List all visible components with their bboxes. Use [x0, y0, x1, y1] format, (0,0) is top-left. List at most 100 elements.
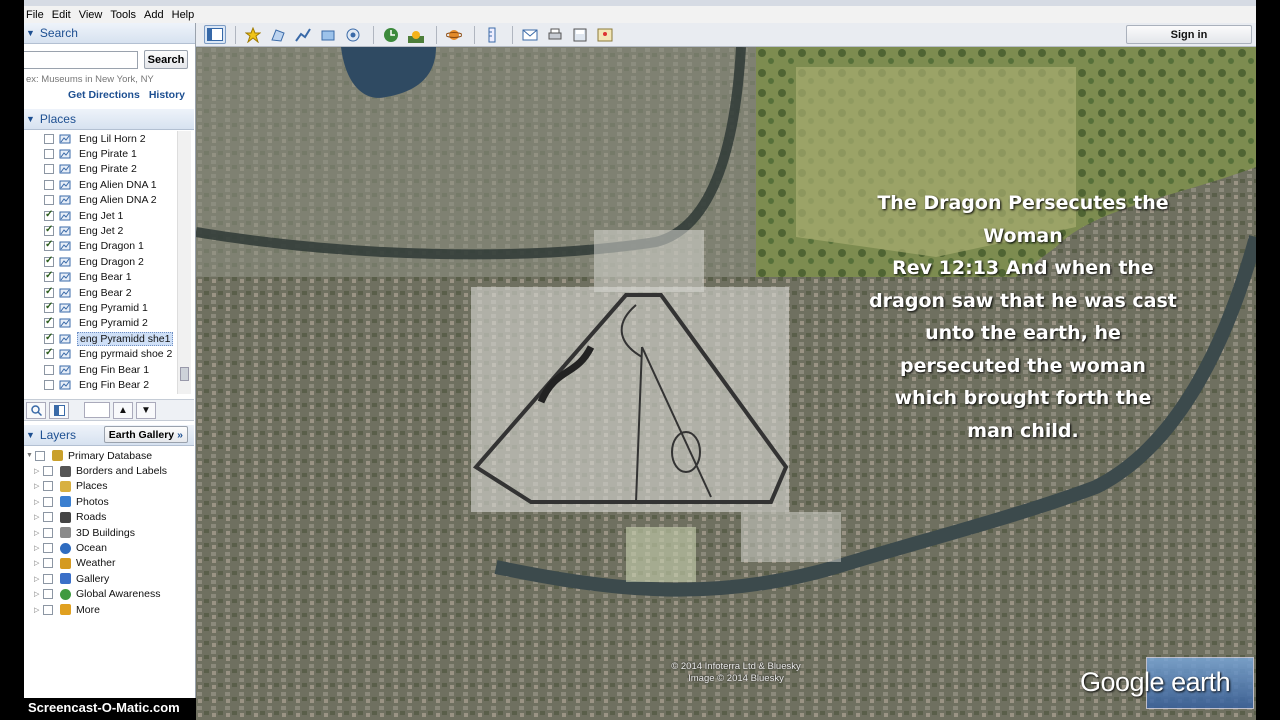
place-item[interactable]: Eng Jet 2 [24, 223, 194, 238]
place-checkbox[interactable] [44, 347, 54, 360]
place-checkbox[interactable] [44, 364, 54, 375]
place-checkbox[interactable] [44, 286, 54, 298]
layer-item[interactable]: ▷ Borders and Labels [24, 463, 194, 478]
place-item[interactable]: eng Pyramidd she1 [24, 331, 194, 346]
layer-item[interactable]: ▷ Gallery [24, 571, 194, 586]
add-polygon-icon[interactable] [267, 25, 289, 44]
collapse-triangle-icon[interactable]: ▼ [26, 114, 35, 124]
expand-arrow-icon[interactable]: ▷ [34, 513, 43, 521]
place-checkbox[interactable] [44, 316, 54, 329]
sidebar-toggle-icon[interactable] [204, 25, 226, 44]
layer-item[interactable]: ▷ Photos [24, 494, 194, 509]
email-icon[interactable] [519, 25, 541, 44]
place-item[interactable]: Eng Bear 2 [24, 285, 194, 300]
menu-help[interactable]: Help [170, 9, 201, 21]
layer-item[interactable]: ▷ Places [24, 479, 194, 494]
layer-item[interactable]: ▷ Ocean [24, 540, 194, 555]
search-places-icon[interactable] [26, 401, 46, 419]
menu-tools[interactable]: Tools [108, 9, 142, 21]
planets-icon[interactable] [443, 25, 465, 44]
layer-checkbox[interactable] [43, 527, 53, 538]
expand-arrow-icon[interactable]: ▷ [34, 529, 43, 537]
layer-checkbox[interactable] [43, 573, 53, 584]
toggle-view-icon[interactable] [49, 401, 69, 419]
places-panel-header[interactable]: ▼ Places [24, 109, 194, 130]
place-item[interactable]: Eng Dragon 1 [24, 239, 194, 254]
layer-checkbox[interactable] [43, 558, 53, 569]
places-filter-field[interactable] [84, 402, 110, 418]
place-checkbox[interactable] [44, 209, 54, 221]
layers-panel-header[interactable]: ▼ Layers Earth Gallery» [24, 425, 194, 446]
sunlight-icon[interactable] [405, 25, 427, 44]
place-checkbox[interactable] [44, 332, 54, 344]
place-checkbox[interactable] [44, 195, 54, 206]
place-checkbox[interactable] [44, 270, 54, 283]
layer-checkbox[interactable] [43, 466, 53, 477]
layer-item[interactable]: ▷ Roads [24, 510, 194, 525]
layer-checkbox[interactable] [43, 496, 53, 507]
add-path-icon[interactable] [292, 25, 314, 44]
expand-arrow-icon[interactable]: ▷ [34, 482, 43, 490]
collapse-triangle-icon[interactable]: ▼ [26, 28, 35, 38]
record-tour-icon[interactable] [342, 25, 364, 44]
map-view[interactable]: The Dragon Persecutes the Woman Rev 12:1… [196, 47, 1256, 720]
history-link[interactable]: History [149, 89, 185, 109]
place-checkbox[interactable] [44, 164, 54, 175]
place-checkbox[interactable] [44, 133, 54, 144]
place-item[interactable]: Eng Lil Horn 2 [24, 131, 194, 146]
scrollbar-thumb[interactable] [180, 367, 189, 381]
layer-item[interactable]: ▼ Primary Database [24, 448, 194, 463]
search-panel-header[interactable]: ▼ Search [24, 23, 195, 44]
place-item[interactable]: Eng Alien DNA 1 [24, 177, 194, 192]
move-down-icon[interactable]: ▼ [136, 401, 156, 419]
layer-item[interactable]: ▷ Weather [24, 556, 194, 571]
place-item[interactable]: Eng pyrmaid shoe 2 [24, 346, 194, 361]
place-item[interactable]: Eng Bear 1 [24, 270, 194, 285]
layer-checkbox[interactable] [43, 481, 53, 492]
place-checkbox[interactable] [44, 224, 54, 237]
place-checkbox[interactable] [44, 239, 54, 252]
menu-view[interactable]: View [77, 9, 109, 21]
add-image-overlay-icon[interactable] [317, 25, 339, 44]
expand-arrow-icon[interactable]: ▷ [34, 544, 43, 552]
place-item[interactable]: Eng Dragon 2 [24, 254, 194, 269]
place-checkbox[interactable] [44, 179, 54, 190]
earth-gallery-button[interactable]: Earth Gallery» [103, 426, 188, 443]
place-item[interactable]: Eng Jet 1 [24, 208, 194, 223]
layer-checkbox[interactable] [43, 589, 53, 600]
move-up-icon[interactable]: ▲ [113, 401, 133, 419]
layer-item[interactable]: ▷ 3D Buildings [24, 525, 194, 540]
print-icon[interactable] [544, 25, 566, 44]
expand-arrow-icon[interactable]: ▷ [34, 590, 43, 598]
place-item[interactable]: Eng Pyramid 2 [24, 316, 194, 331]
place-checkbox[interactable] [44, 301, 54, 313]
expand-arrow-icon[interactable]: ▷ [34, 575, 43, 583]
place-checkbox[interactable] [44, 379, 54, 390]
layer-item[interactable]: ▷ Global Awareness [24, 587, 194, 602]
ruler-icon[interactable] [481, 25, 503, 44]
historical-imagery-icon[interactable] [380, 25, 402, 44]
expand-arrow-icon[interactable]: ▼ [26, 452, 35, 459]
place-item[interactable]: Eng Pirate 2 [24, 162, 194, 177]
expand-arrow-icon[interactable]: ▷ [34, 498, 43, 506]
layer-item[interactable]: ▷ More [24, 602, 194, 617]
layer-checkbox[interactable] [43, 512, 53, 523]
places-scrollbar[interactable] [177, 131, 191, 394]
add-placemark-icon[interactable] [242, 25, 264, 44]
layer-checkbox[interactable] [35, 450, 45, 461]
menu-file[interactable]: File [24, 9, 50, 21]
collapse-triangle-icon[interactable]: ▼ [26, 430, 35, 440]
place-checkbox[interactable] [44, 255, 54, 267]
search-button[interactable]: Search [144, 50, 188, 69]
expand-arrow-icon[interactable]: ▷ [34, 606, 43, 614]
expand-arrow-icon[interactable]: ▷ [34, 467, 43, 475]
place-item[interactable]: Eng Fin Bear 2 [24, 377, 194, 392]
get-directions-link[interactable]: Get Directions [68, 89, 140, 109]
place-item[interactable]: Eng Pyramid 1 [24, 300, 194, 315]
sign-in-button[interactable]: Sign in [1126, 25, 1252, 44]
layer-checkbox[interactable] [43, 604, 53, 615]
layer-checkbox[interactable] [43, 543, 53, 554]
place-item[interactable]: Eng Pirate 1 [24, 146, 194, 161]
save-image-icon[interactable] [569, 25, 591, 44]
expand-arrow-icon[interactable]: ▷ [34, 559, 43, 567]
